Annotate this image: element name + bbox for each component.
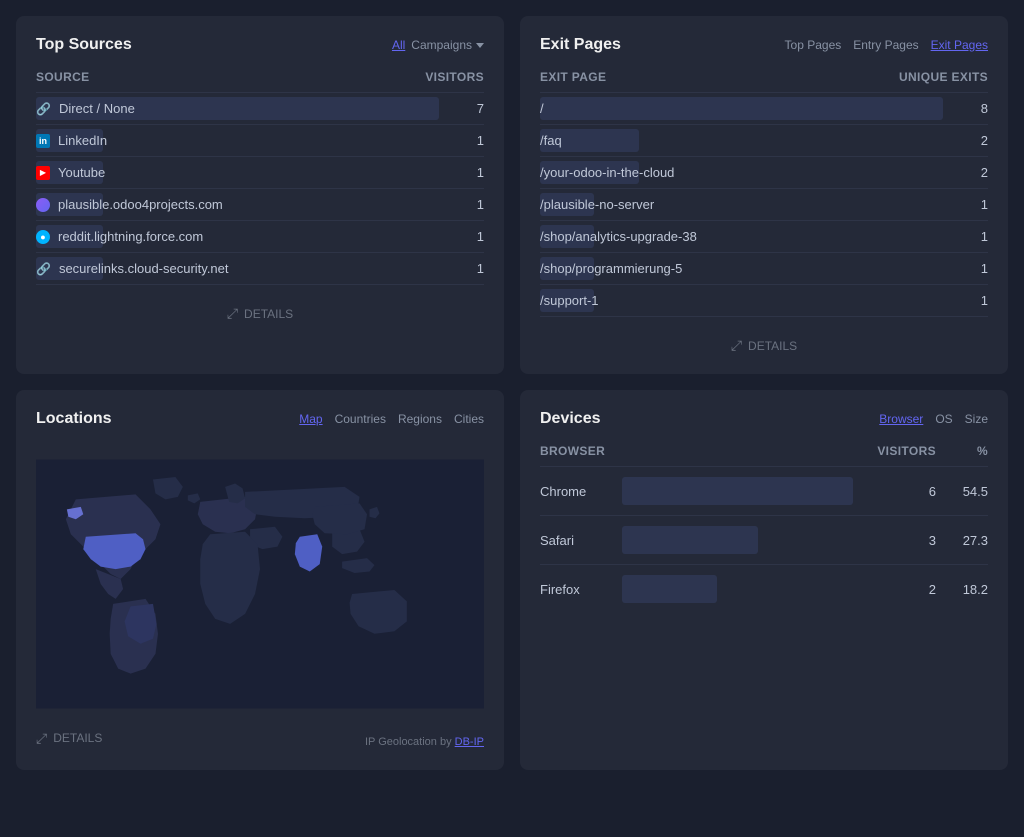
plausible-icon xyxy=(36,198,50,212)
tab-exit-pages[interactable]: Exit Pages xyxy=(931,38,988,52)
sources-table-header: Source Visitors xyxy=(36,70,484,93)
exit-pages-details-button[interactable]: ⤢ DETAILS xyxy=(540,337,988,354)
table-row[interactable]: /shop/programmierung-5 1 xyxy=(540,253,988,285)
tab-regions[interactable]: Regions xyxy=(398,412,442,426)
exit-pages-tabs: Top Pages Entry Pages Exit Pages xyxy=(785,38,988,52)
tab-top-pages[interactable]: Top Pages xyxy=(785,38,842,52)
table-row[interactable]: Firefox 2 18.2 xyxy=(540,565,988,613)
top-sources-header: Top Sources All Campaigns xyxy=(36,36,484,54)
filter-campaigns[interactable]: Campaigns xyxy=(411,38,484,52)
tab-entry-pages[interactable]: Entry Pages xyxy=(853,38,918,52)
reddit-icon: ● xyxy=(36,230,50,244)
table-row[interactable]: / 8 xyxy=(540,93,988,125)
filter-all[interactable]: All xyxy=(392,38,405,52)
table-row[interactable]: /your-odoo-in-the-cloud 2 xyxy=(540,157,988,189)
tab-countries[interactable]: Countries xyxy=(335,412,386,426)
table-row[interactable]: plausible.odoo4projects.com 1 xyxy=(36,189,484,221)
filter-group: All Campaigns xyxy=(392,38,484,52)
locations-header: Locations Map Countries Regions Cities xyxy=(36,410,484,428)
world-map xyxy=(36,444,484,724)
table-row[interactable]: 🔗 Direct / None 7 xyxy=(36,93,484,125)
devices-title: Devices xyxy=(540,410,601,428)
table-row[interactable]: in LinkedIn 1 xyxy=(36,125,484,157)
link-icon: 🔗 xyxy=(36,102,51,116)
tab-browser[interactable]: Browser xyxy=(879,412,923,426)
table-row[interactable]: Chrome 6 54.5 xyxy=(540,467,988,516)
table-row[interactable]: /support-1 1 xyxy=(540,285,988,317)
expand-icon: ⤢ xyxy=(36,730,47,747)
table-row[interactable]: /shop/analytics-upgrade-38 1 xyxy=(540,221,988,253)
ip-geo-attribution: IP Geolocation by DB-IP xyxy=(365,736,484,748)
exit-pages-header: Exit Pages Top Pages Entry Pages Exit Pa… xyxy=(540,36,988,54)
tab-os[interactable]: OS xyxy=(935,412,952,426)
table-row[interactable]: ▶ Youtube 1 xyxy=(36,157,484,189)
map-container xyxy=(36,444,484,724)
db-ip-link[interactable]: DB-IP xyxy=(455,736,484,748)
dashboard-grid: Top Sources All Campaigns Source Visitor… xyxy=(16,16,1008,770)
devices-header: Devices Browser OS Size xyxy=(540,410,988,428)
tab-map[interactable]: Map xyxy=(299,412,322,426)
table-row[interactable]: /plausible-no-server 1 xyxy=(540,189,988,221)
table-row[interactable]: 🔗 securelinks.cloud-security.net 1 xyxy=(36,253,484,285)
top-sources-panel: Top Sources All Campaigns Source Visitor… xyxy=(16,16,504,374)
expand-icon: ⤢ xyxy=(227,305,238,322)
locations-title: Locations xyxy=(36,410,112,428)
top-sources-details-button[interactable]: ⤢ DETAILS xyxy=(36,305,484,322)
expand-icon: ⤢ xyxy=(731,337,742,354)
table-row[interactable]: Safari 3 27.3 xyxy=(540,516,988,565)
top-sources-title: Top Sources xyxy=(36,36,132,54)
linkedin-icon: in xyxy=(36,134,50,148)
locations-panel: Locations Map Countries Regions Cities xyxy=(16,390,504,770)
exit-pages-title: Exit Pages xyxy=(540,36,621,54)
tab-size[interactable]: Size xyxy=(965,412,988,426)
devices-panel: Devices Browser OS Size Browser Visitors… xyxy=(520,390,1008,770)
locations-tabs: Map Countries Regions Cities xyxy=(299,412,484,426)
exit-pages-table-header: Exit page Unique Exits xyxy=(540,70,988,93)
devices-tabs: Browser OS Size xyxy=(879,412,988,426)
exit-pages-panel: Exit Pages Top Pages Entry Pages Exit Pa… xyxy=(520,16,1008,374)
devices-table-header: Browser Visitors % xyxy=(540,444,988,467)
tab-cities[interactable]: Cities xyxy=(454,412,484,426)
table-row[interactable]: /faq 2 xyxy=(540,125,988,157)
link-icon: 🔗 xyxy=(36,262,51,276)
table-row[interactable]: ● reddit.lightning.force.com 1 xyxy=(36,221,484,253)
chevron-down-icon xyxy=(476,43,484,48)
locations-details-button[interactable]: ⤢ DETAILS xyxy=(36,730,102,747)
youtube-icon: ▶ xyxy=(36,166,50,180)
